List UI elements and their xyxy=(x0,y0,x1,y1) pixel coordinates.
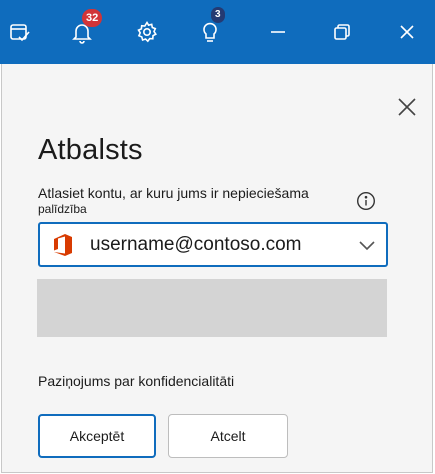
minimize-icon xyxy=(271,31,285,33)
account-dropdown[interactable]: username@contoso.com xyxy=(38,222,388,267)
chevron-down-icon xyxy=(359,241,375,251)
restore-button[interactable] xyxy=(322,0,362,64)
cancel-button[interactable]: Atcelt xyxy=(168,414,288,458)
page-title: Atbalsts xyxy=(38,134,143,166)
gear-icon xyxy=(137,20,157,43)
info-icon[interactable] xyxy=(356,191,376,211)
lightbulb-icon xyxy=(203,22,217,42)
notifications-button[interactable]: 32 xyxy=(62,0,103,64)
restore-icon xyxy=(334,24,350,40)
title-bar: 32 3 xyxy=(0,0,435,64)
settings-button[interactable] xyxy=(127,0,167,64)
selected-account: username@contoso.com xyxy=(90,234,302,255)
minimize-button[interactable] xyxy=(258,0,298,64)
content-placeholder xyxy=(37,279,387,337)
task-check-icon xyxy=(10,24,30,42)
accept-button[interactable]: Akceptēt xyxy=(38,414,156,458)
close-icon xyxy=(400,25,414,39)
office-logo-icon xyxy=(54,234,72,256)
notifications-count-badge: 32 xyxy=(82,9,103,27)
tips-count-badge: 3 xyxy=(211,7,225,23)
account-prompt-line1: Atlasiet kontu, ar kuru jums ir nepiecie… xyxy=(38,185,309,201)
account-prompt: Atlasiet kontu, ar kuru jums ir nepiecie… xyxy=(38,186,338,216)
help-panel xyxy=(1,64,433,473)
close-window-button[interactable] xyxy=(387,0,427,64)
account-prompt-line2: palīdzība xyxy=(38,202,87,216)
close-panel-icon[interactable] xyxy=(396,96,418,118)
tips-button[interactable]: 3 xyxy=(190,0,230,64)
task-check-button[interactable] xyxy=(0,0,40,64)
privacy-statement-link[interactable]: Paziņojums par konfidencialitāti xyxy=(38,373,234,389)
